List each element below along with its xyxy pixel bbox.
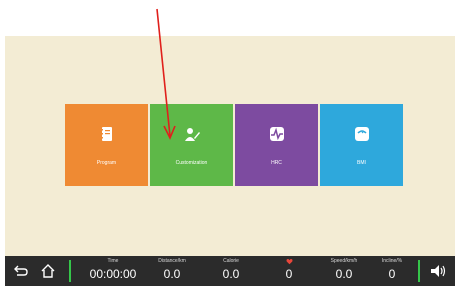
heart-icon — [286, 259, 292, 265]
status-bar: Time 00:00:00 Distance/km 0.0 Calorie 0.… — [5, 256, 455, 286]
program-label: Program — [96, 160, 117, 166]
separator-left — [69, 260, 71, 282]
customization-label: Customization — [175, 160, 208, 166]
distance-label: Distance/km — [158, 258, 186, 264]
calorie-label: Calorie — [223, 258, 239, 264]
home-icon[interactable] — [39, 263, 57, 279]
bmi-tile[interactable]: BMI — [320, 104, 403, 186]
main-screen: Program Customization HRC BMI Time 00:00… — [5, 36, 455, 286]
time-label: Time — [107, 258, 119, 264]
distance-value: 0.0 — [163, 267, 181, 281]
back-arrow-icon[interactable] — [11, 263, 29, 279]
speed-label: Speed/km/h — [330, 258, 358, 264]
user-edit-icon — [184, 128, 200, 141]
heartbeat-icon — [269, 127, 284, 141]
calorie-metric: Calorie 0.0 — [209, 258, 253, 281]
menu-tiles: Program Customization HRC BMI — [65, 104, 405, 186]
incline-value: 0 — [388, 267, 396, 281]
incline-metric: Incline/% 0 — [371, 258, 413, 281]
incline-label: Incline/% — [381, 258, 403, 264]
separator-right — [418, 260, 420, 282]
distance-metric: Distance/km 0.0 — [147, 258, 197, 281]
volume-icon[interactable] — [429, 263, 447, 279]
speed-value: 0.0 — [335, 267, 353, 281]
hrc-tile[interactable]: HRC — [235, 104, 318, 186]
program-tile[interactable]: Program — [65, 104, 148, 186]
customization-tile[interactable]: Customization — [150, 104, 233, 186]
speed-metric: Speed/km/h 0.0 — [319, 258, 369, 281]
scale-icon — [354, 127, 369, 141]
hrc-label: HRC — [271, 160, 282, 166]
time-metric: Time 00:00:00 — [83, 258, 143, 281]
calorie-value: 0.0 — [222, 267, 240, 281]
heart-rate-metric: 0 — [275, 258, 303, 281]
bmi-label: BMI — [357, 160, 366, 166]
time-value: 00:00:00 — [89, 267, 137, 281]
heart-rate-value: 0 — [285, 267, 293, 281]
notebook-icon — [100, 127, 112, 141]
